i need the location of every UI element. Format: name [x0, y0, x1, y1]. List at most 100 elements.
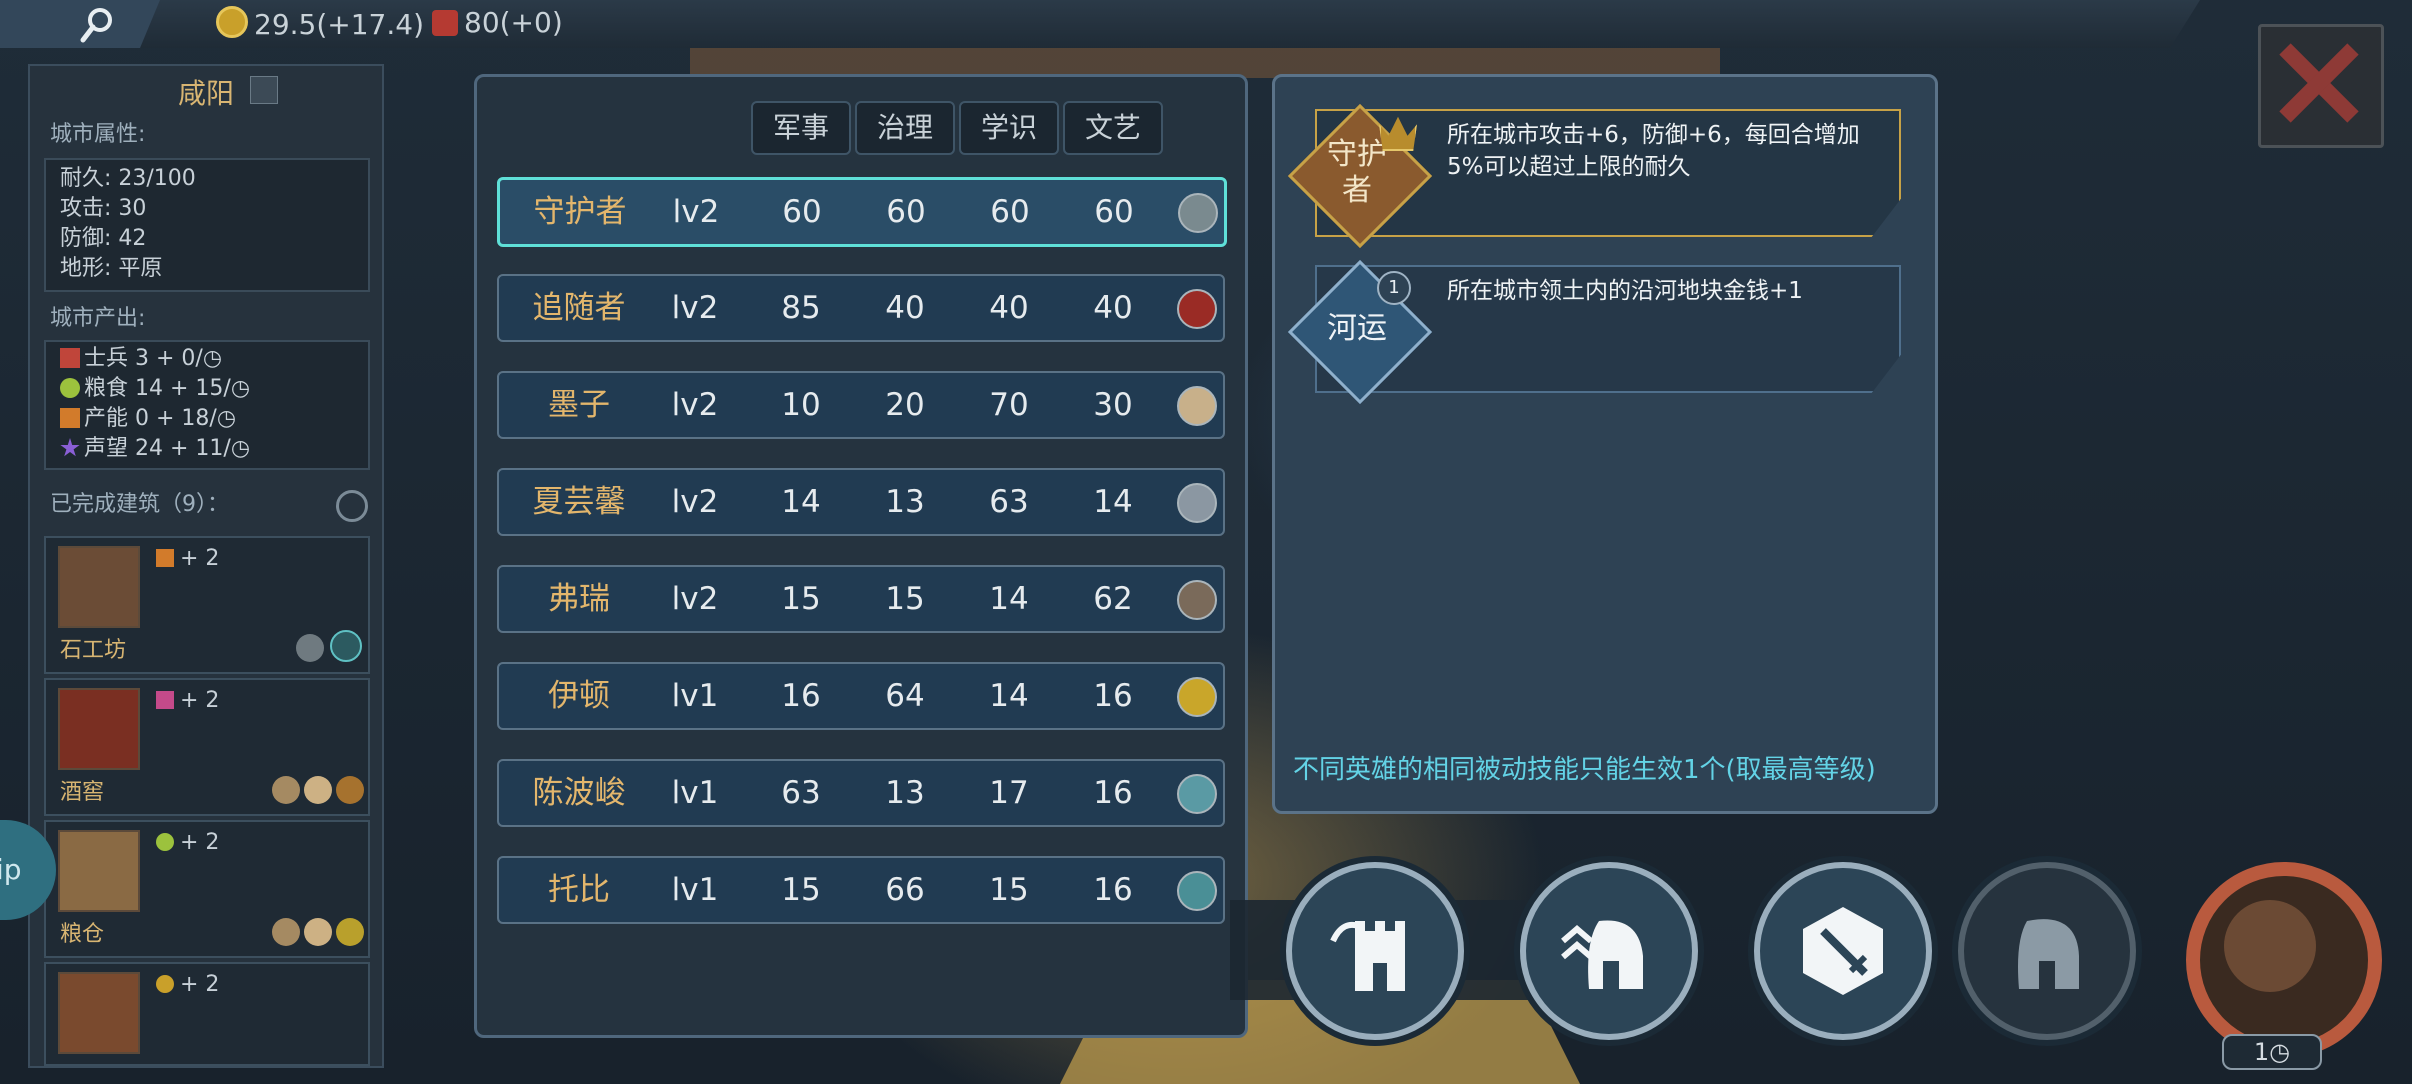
hero-stat: 40: [989, 290, 1029, 326]
attr-defense: 防御: 42: [60, 226, 147, 251]
gold-resource: 29.5(+17.4): [216, 6, 424, 41]
hero-stat: 13: [885, 484, 925, 520]
city-name: 咸阳: [177, 77, 234, 110]
hero-stat: 30: [1093, 387, 1133, 423]
hero-row[interactable]: 守护者 lv2 60 60 60 60: [497, 177, 1227, 247]
building-image: [58, 546, 140, 628]
hero-row[interactable]: 夏芸馨 lv2 14 13 63 14: [497, 468, 1225, 536]
building-name: 粮仓: [60, 922, 105, 947]
hero-name: 墨子: [548, 387, 610, 423]
refresh-icon[interactable]: [336, 490, 368, 522]
hammer-icon: [156, 549, 174, 567]
col-header-arts[interactable]: 文艺: [1063, 101, 1163, 155]
hero-name: 守护者: [533, 194, 627, 230]
hero-level: lv2: [671, 581, 719, 617]
hero-name: 弗瑞: [548, 581, 610, 617]
bookshelf-icon: [2224, 900, 2316, 992]
building-image: [58, 688, 140, 770]
hero-stat: 64: [885, 678, 925, 714]
building-bonus-text: + 2: [180, 688, 220, 713]
hero-row[interactable]: 追随者 lv2 85 40 40 40: [497, 274, 1225, 342]
hammer-icon: [60, 408, 80, 428]
city-output: 士兵 3 + 0/◷ 粮食 14 + 15/◷ 产能 0 + 18/◷ 声望 2…: [44, 340, 370, 470]
military-button[interactable]: [1754, 862, 1932, 1040]
hero-level: lv1: [671, 678, 719, 714]
attr-terrain: 地形: 平原: [60, 256, 163, 281]
hero-stat: 15: [781, 581, 821, 617]
col-header-governance[interactable]: 治理: [855, 101, 955, 155]
armor-icon: [432, 10, 458, 36]
building-card[interactable]: + 2 酒窖: [44, 678, 370, 816]
hero-row[interactable]: 伊顿 lv1 16 64 14 16: [497, 662, 1225, 730]
col-header-military[interactable]: 军事: [751, 101, 851, 155]
hero-stat: 40: [1093, 290, 1133, 326]
building-bonus-text: + 2: [180, 830, 220, 855]
hero-stat: 85: [781, 290, 821, 326]
hero-stat: 16: [1093, 872, 1133, 908]
search-button[interactable]: [0, 0, 160, 48]
hero-portrait-icon: [1177, 483, 1217, 523]
buildings-label: 已完成建筑（9）：: [50, 492, 229, 517]
attributes-label: 城市属性:: [50, 122, 146, 147]
hero-stat: 60: [990, 194, 1030, 230]
skill-badge: 守护者: [1287, 103, 1433, 249]
gold-value: 29.5(+17.4): [254, 8, 424, 41]
hero-portrait-icon: [1177, 677, 1217, 717]
city-defense-button[interactable]: [1286, 862, 1464, 1040]
hero-level: lv1: [671, 872, 719, 908]
gold-icon: [156, 975, 174, 993]
hero-stat: 20: [885, 387, 925, 423]
hero-name: 追随者: [532, 290, 626, 326]
output-prestige-text: 声望 24 + 11/: [84, 436, 231, 461]
hero-portrait-icon: [1177, 580, 1217, 620]
building-bonus: + 2: [156, 546, 219, 571]
search-icon: [80, 8, 112, 43]
hero-row[interactable]: 托比 lv1 15 66 15 16: [497, 856, 1225, 924]
building-name: 石工坊: [60, 638, 127, 663]
military-resource: 80(+0): [432, 6, 563, 39]
hero-portrait-icon: [1178, 193, 1218, 233]
hero-slot-icon: [296, 634, 324, 662]
hero-stat: 66: [885, 872, 925, 908]
hero-name: 托比: [548, 872, 610, 908]
hero-level: lv2: [672, 194, 720, 230]
attr-durability: 耐久: 23/100: [60, 166, 196, 191]
turn-counter: 1◷: [2222, 1034, 2322, 1070]
hero-button[interactable]: [1958, 862, 2136, 1040]
building-card[interactable]: + 2: [44, 962, 370, 1066]
hero-slot-icon: [336, 776, 364, 804]
hero-level: lv2: [671, 484, 719, 520]
upgrade-hero-button[interactable]: [1520, 862, 1698, 1040]
building-image: [58, 830, 140, 912]
soldier-icon: [60, 348, 80, 368]
hero-slot-icon: [272, 776, 300, 804]
output-soldiers: 士兵 3 + 0/◷: [46, 344, 368, 374]
hero-level: lv2: [671, 290, 719, 326]
hero-stat: 14: [781, 484, 821, 520]
output-soldiers-text: 士兵 3 + 0/: [84, 346, 203, 371]
research-button[interactable]: [2186, 862, 2382, 1058]
close-button[interactable]: [2258, 24, 2384, 148]
hero-stat: 70: [989, 387, 1029, 423]
col-header-learning[interactable]: 学识: [959, 101, 1059, 155]
building-card[interactable]: + 2 粮仓: [44, 820, 370, 958]
tower-icon: [1330, 921, 1405, 991]
building-card[interactable]: + 2 石工坊: [44, 536, 370, 674]
hero-level: lv2: [671, 387, 719, 423]
building-bonus: + 2: [156, 688, 219, 713]
hero-row[interactable]: 陈波峻 lv1 63 13 17 16: [497, 759, 1225, 827]
hero-row[interactable]: 墨子 lv2 10 20 70 30: [497, 371, 1225, 439]
hero-slot-icon: [304, 776, 332, 804]
hero-stat: 10: [781, 387, 821, 423]
hero-stat: 13: [885, 775, 925, 811]
turn-counter-value: 1: [2253, 1038, 2270, 1066]
edit-icon[interactable]: [250, 76, 278, 104]
helmet-icon: [2018, 919, 2079, 989]
hero-portrait-icon: [1177, 289, 1217, 329]
hero-stat: 63: [781, 775, 821, 811]
hero-row[interactable]: 弗瑞 lv2 15 15 14 62: [497, 565, 1225, 633]
hero-name: 伊顿: [548, 678, 610, 714]
hero-slot-icon: [330, 630, 362, 662]
hero-portrait-icon: [1177, 386, 1217, 426]
hero-slot-icon: [336, 918, 364, 946]
